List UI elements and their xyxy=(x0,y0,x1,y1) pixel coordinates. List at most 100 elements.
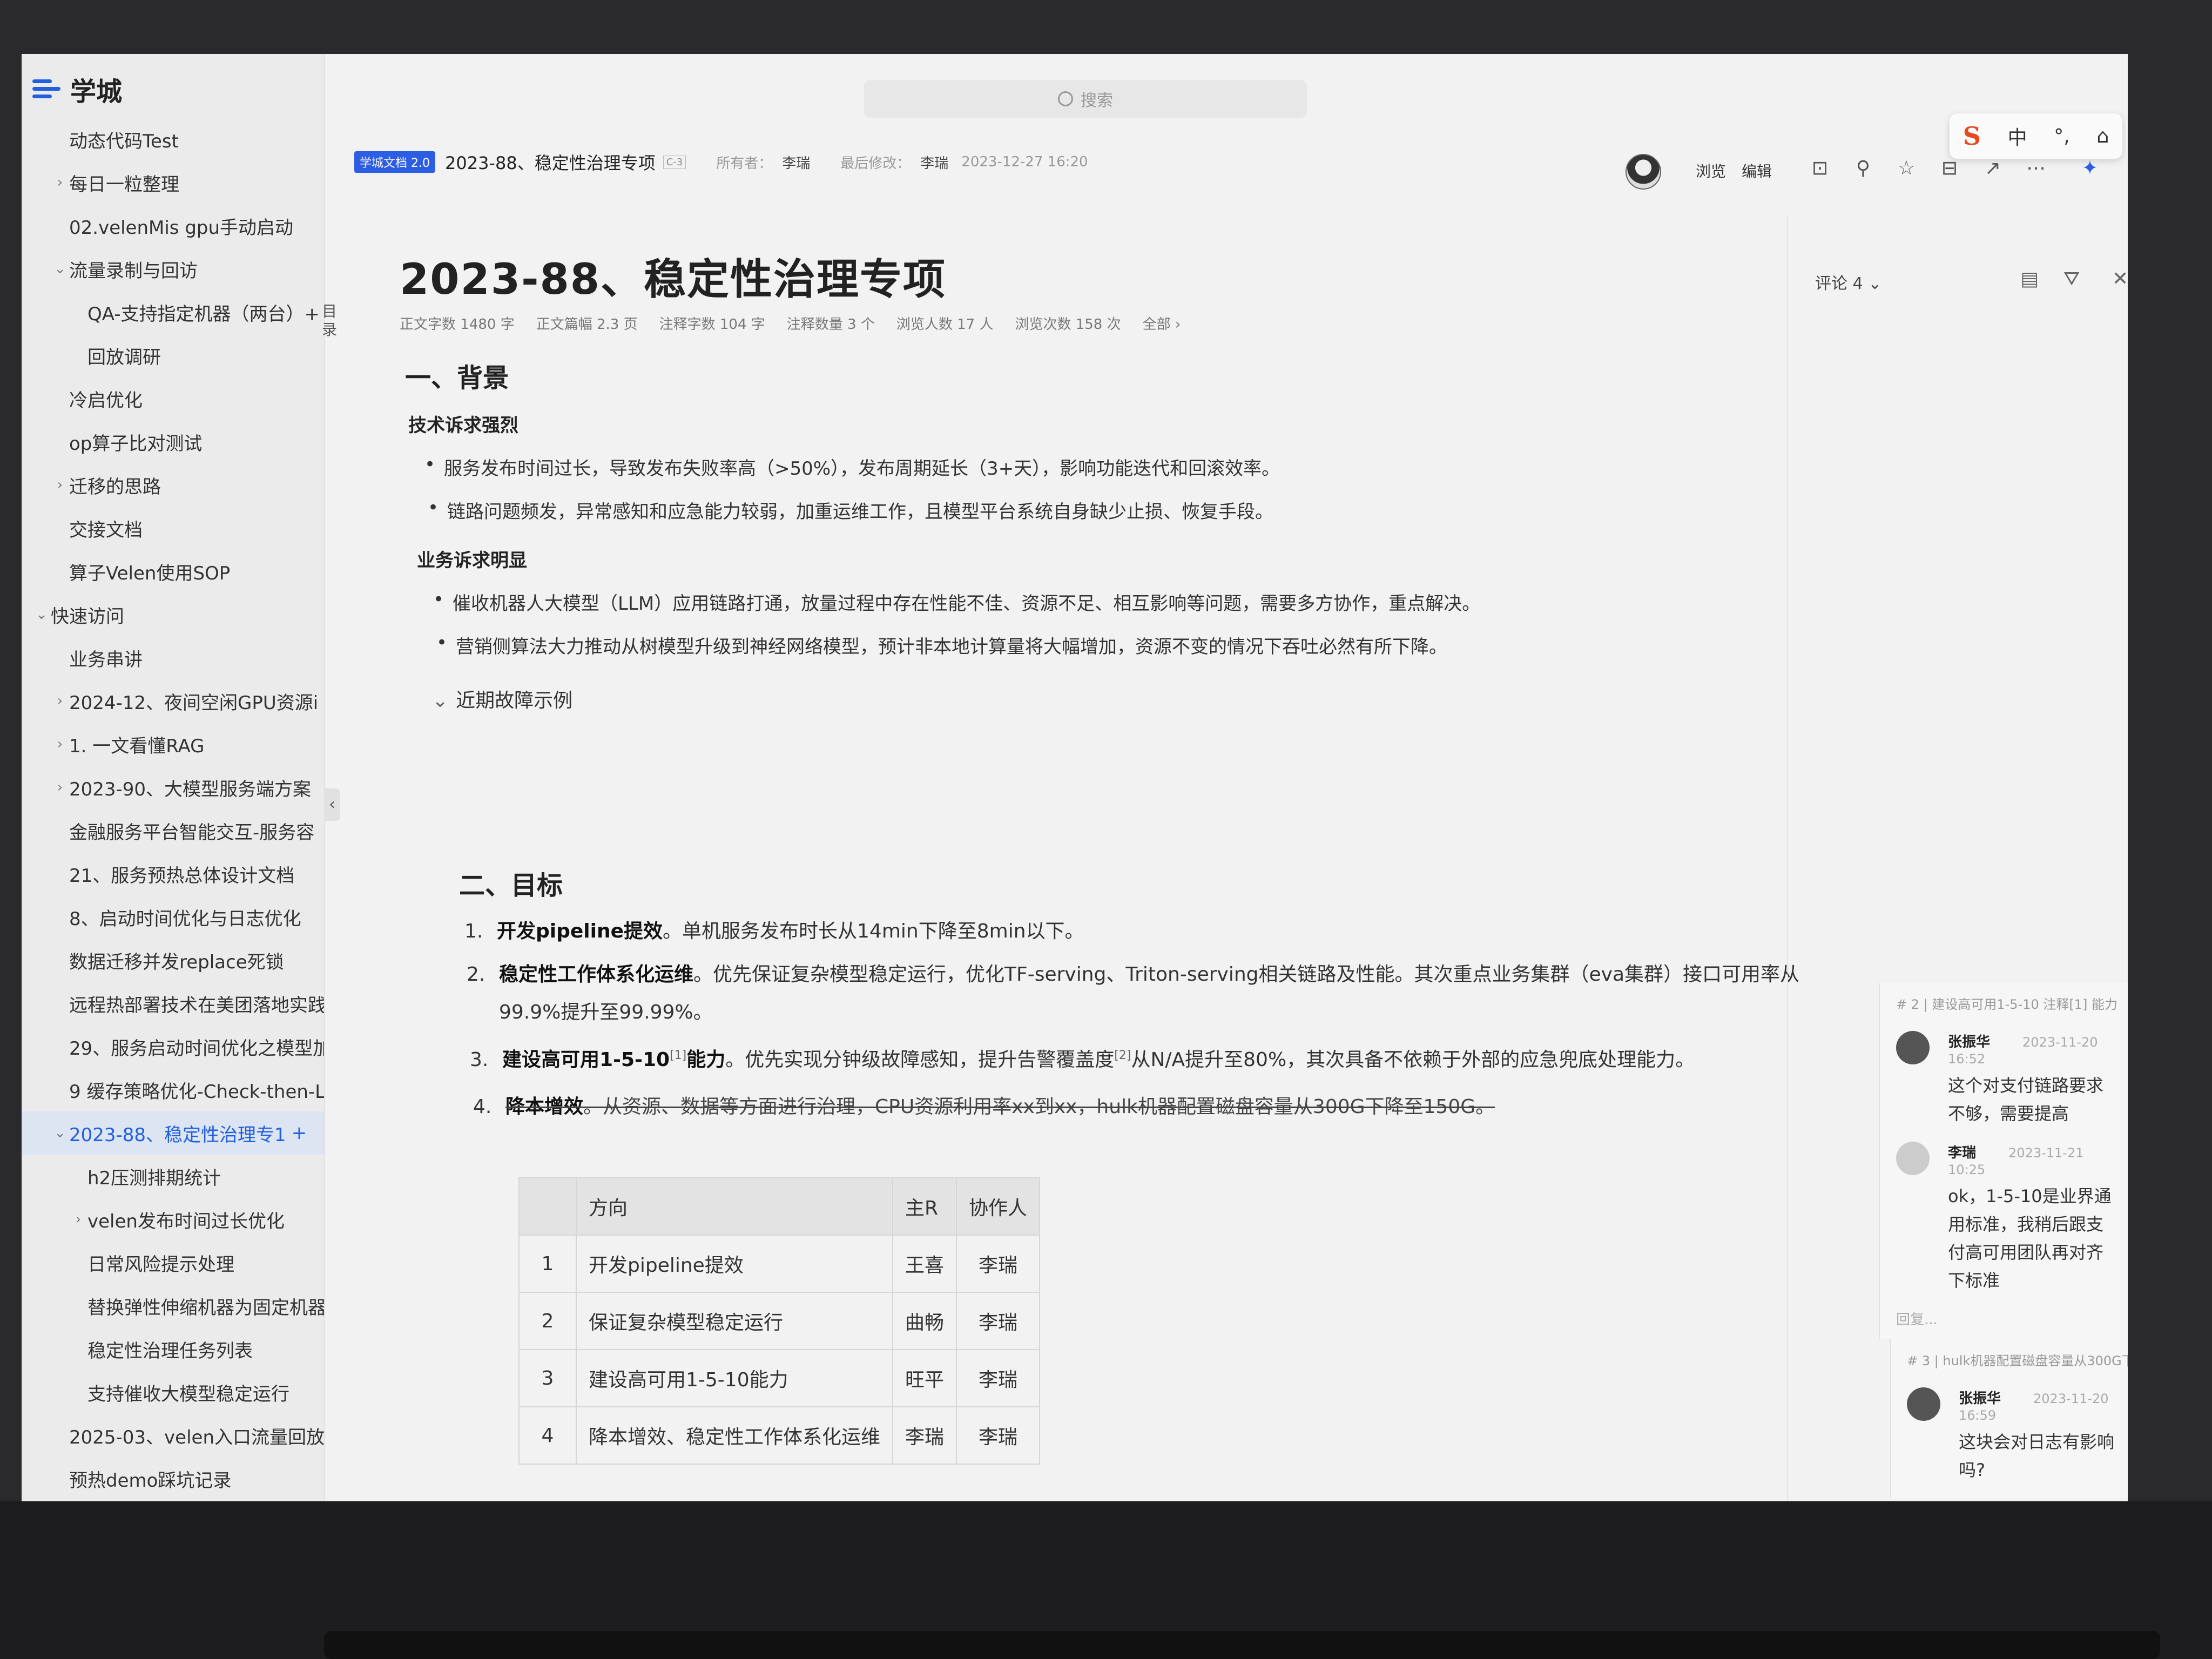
sidebar-item[interactable]: ⌄ 流量录制与回访 xyxy=(22,247,324,291)
sidebar-item[interactable]: 日常风险提示处理 xyxy=(22,1241,324,1284)
add-child-button[interactable]: + xyxy=(292,1122,307,1144)
modifier-name[interactable]: 李瑞 xyxy=(920,152,948,172)
sidebar-item[interactable]: 交接文档 xyxy=(22,507,324,550)
table-cell[interactable]: 王喜 xyxy=(892,1235,957,1293)
share-icon[interactable]: ↗ xyxy=(1982,158,2004,179)
sidebar-item-label: 替换弹性伸缩机器为固定机器 xyxy=(87,1297,324,1319)
user-avatar[interactable] xyxy=(1626,154,1661,190)
table-cell[interactable]: 李瑞 xyxy=(956,1349,1041,1407)
sidebar-item[interactable]: 稳定性治理任务列表 xyxy=(22,1327,324,1371)
lock-open-icon[interactable]: ⊡ xyxy=(1809,158,1831,179)
sidebar-item[interactable]: › 每日一粒整理 xyxy=(22,161,324,204)
table-cell[interactable]: 李瑞 xyxy=(956,1406,1041,1465)
sidebar-item[interactable]: 业务串讲 xyxy=(22,636,324,679)
comment-author[interactable]: 李瑞 xyxy=(1948,1145,1976,1161)
doc-breadcrumb-title[interactable]: 2023-88、稳定性治理专项 xyxy=(445,150,656,174)
sidebar-item-label: 2024-12、夜间空闲GPU资源i xyxy=(69,692,319,714)
footnote-ref[interactable]: [2] xyxy=(1114,1049,1131,1062)
toggle-label: 近期故障示例 xyxy=(456,690,573,712)
table-cell[interactable]: 李瑞 xyxy=(956,1292,1041,1350)
filter-icon[interactable]: ⛛ xyxy=(2063,268,2080,291)
sidebar-item[interactable]: 数据迁移并发replace死锁 xyxy=(22,939,324,982)
footnote-ref[interactable]: [1] xyxy=(670,1049,686,1062)
search-input[interactable]: 搜索 xyxy=(864,80,1307,118)
table-cell[interactable]: 李瑞 xyxy=(892,1406,957,1465)
sidebar-item[interactable]: 回放调研 xyxy=(22,334,324,377)
avatar[interactable] xyxy=(1907,1387,1940,1421)
table-cell[interactable]: 李瑞 xyxy=(956,1235,1041,1293)
comments-count-dropdown[interactable]: 评论 4 ⌄ xyxy=(1815,270,1881,294)
table-cell[interactable]: 4 xyxy=(518,1406,577,1465)
comment-author[interactable]: 张振华 xyxy=(1948,1034,1990,1050)
comment-author[interactable]: 张振华 xyxy=(1959,1391,2001,1407)
sidebar-item[interactable]: 支持催收大模型稳定运行 xyxy=(22,1371,324,1414)
sidebar-item[interactable]: 动态代码Test xyxy=(22,118,324,161)
pin-icon[interactable]: ⚲ xyxy=(1852,158,1874,179)
toggle-recent-incidents[interactable]: ⌄ 近期故障示例 xyxy=(432,685,572,713)
sidebar-item[interactable]: 02.velenMis gpu手动启动 xyxy=(22,204,324,247)
owner-name[interactable]: 李瑞 xyxy=(782,152,810,172)
sidebar-item-label: 冷启优化 xyxy=(69,389,143,412)
sidebar-item[interactable]: 预热demo踩坑记录 xyxy=(22,1457,324,1500)
chevron-right-icon[interactable]: › xyxy=(51,477,69,493)
chevron-right-icon[interactable]: › xyxy=(51,693,69,709)
sidebar-item[interactable]: 2025-03、velen入口流量回放 xyxy=(22,1414,324,1457)
ai-sparkle-icon[interactable]: ✦ xyxy=(2079,158,2101,179)
edit-mode-button[interactable]: 编辑 xyxy=(1742,160,1772,181)
lock-icon[interactable]: ⊟ xyxy=(1939,158,1960,179)
app-logo[interactable]: 学城 xyxy=(32,70,122,108)
toc-tab[interactable]: 目录 xyxy=(319,302,340,339)
sidebar-item-label: 日常风险提示处理 xyxy=(87,1253,234,1276)
close-icon[interactable]: ✕ xyxy=(2112,268,2128,290)
sidebar-item[interactable]: 冷启优化 xyxy=(22,377,324,420)
comment-quote[interactable]: # 2 | 建设高可用1-5-10 注释[1] 能力 xyxy=(1880,983,2128,1023)
chevron-right-icon[interactable]: › xyxy=(51,174,69,191)
sidebar-item[interactable]: 替换弹性伸缩机器为固定机器 xyxy=(22,1284,324,1327)
sidebar-item[interactable]: › 2023-90、大模型服务端方案 xyxy=(22,766,324,809)
view-mode-button[interactable]: 浏览 xyxy=(1696,160,1726,181)
chevron-down-icon[interactable]: ⌄ xyxy=(51,261,69,277)
layout-icon[interactable]: ▤ xyxy=(2020,268,2039,290)
chevron-right-icon[interactable]: › xyxy=(51,736,69,752)
sidebar-item[interactable]: QA-支持指定机器（两台）+ xyxy=(22,291,324,334)
comment-quote[interactable]: # 3 | hulk机器配置磁盘容量从300G下降... xyxy=(1891,1339,2128,1380)
chevron-right-icon[interactable]: › xyxy=(51,779,69,795)
table-cell[interactable]: 曲畅 xyxy=(892,1292,957,1350)
sidebar-item[interactable]: ⌄ 快速访问 xyxy=(22,593,324,636)
sidebar-item[interactable]: 8、启动时间优化与日志优化 xyxy=(22,895,324,939)
reply-input[interactable]: 回复... xyxy=(1896,1309,2128,1328)
sidebar-item[interactable]: › 2024-12、夜间空闲GPU资源i xyxy=(22,679,324,723)
collapse-sidebar-button[interactable]: ‹ xyxy=(324,788,340,821)
sidebar-item-label: 支持催收大模型稳定运行 xyxy=(87,1383,289,1405)
sidebar-item[interactable]: 算子Velen使用SOP xyxy=(22,550,324,593)
table-cell[interactable]: 保证复杂模型稳定运行 xyxy=(575,1292,894,1350)
table-cell[interactable]: 1 xyxy=(518,1235,577,1293)
sidebar-item[interactable]: ⌄ 2023-88、稳定性治理专1 + xyxy=(22,1111,324,1155)
chevron-right-icon[interactable]: › xyxy=(69,1211,87,1228)
sidebar-item[interactable]: op算子比对测试 xyxy=(22,420,324,463)
chevron-down-icon[interactable]: ⌄ xyxy=(51,1125,69,1141)
sidebar-item[interactable]: 9 缓存策略优化-Check-then-L xyxy=(22,1068,324,1111)
chevron-down-icon[interactable]: ⌄ xyxy=(32,606,51,623)
sidebar-item[interactable]: › 迁移的思路 xyxy=(22,463,324,507)
sidebar-item[interactable]: › velen发布时间过长优化 xyxy=(22,1198,324,1241)
all-stats-link[interactable]: 全部 › xyxy=(1143,316,1181,333)
doc-stat: 浏览人数 17 人 xyxy=(896,316,994,333)
table-cell[interactable]: 3 xyxy=(518,1349,577,1407)
sidebar-item[interactable]: › 1. 一文看懂RAG xyxy=(22,723,324,766)
table-cell[interactable]: 2 xyxy=(518,1292,577,1350)
more-icon[interactable]: ⋯ xyxy=(2025,158,2047,179)
sidebar-item-label: 9 缓存策略优化-Check-then-L xyxy=(69,1081,324,1103)
table-cell[interactable]: 建设高可用1-5-10能力 xyxy=(575,1349,894,1407)
sidebar-item[interactable]: 29、服务启动时间优化之模型加 xyxy=(22,1025,324,1068)
avatar[interactable] xyxy=(1896,1142,1930,1175)
sidebar-item[interactable]: 金融服务平台智能交互-服务容 xyxy=(22,809,324,852)
table-cell[interactable]: 旺平 xyxy=(892,1349,957,1407)
star-icon[interactable]: ☆ xyxy=(1896,158,1917,179)
avatar[interactable] xyxy=(1896,1031,1930,1064)
table-cell[interactable]: 降本增效、稳定性工作体系化运维 xyxy=(575,1406,894,1465)
table-cell[interactable]: 开发pipeline提效 xyxy=(575,1235,894,1293)
sidebar-item[interactable]: 远程热部署技术在美团落地实践 xyxy=(22,982,324,1025)
sidebar-item[interactable]: h2压测排期统计 xyxy=(22,1155,324,1198)
sidebar-item[interactable]: 21、服务预热总体设计文档 xyxy=(22,852,324,895)
